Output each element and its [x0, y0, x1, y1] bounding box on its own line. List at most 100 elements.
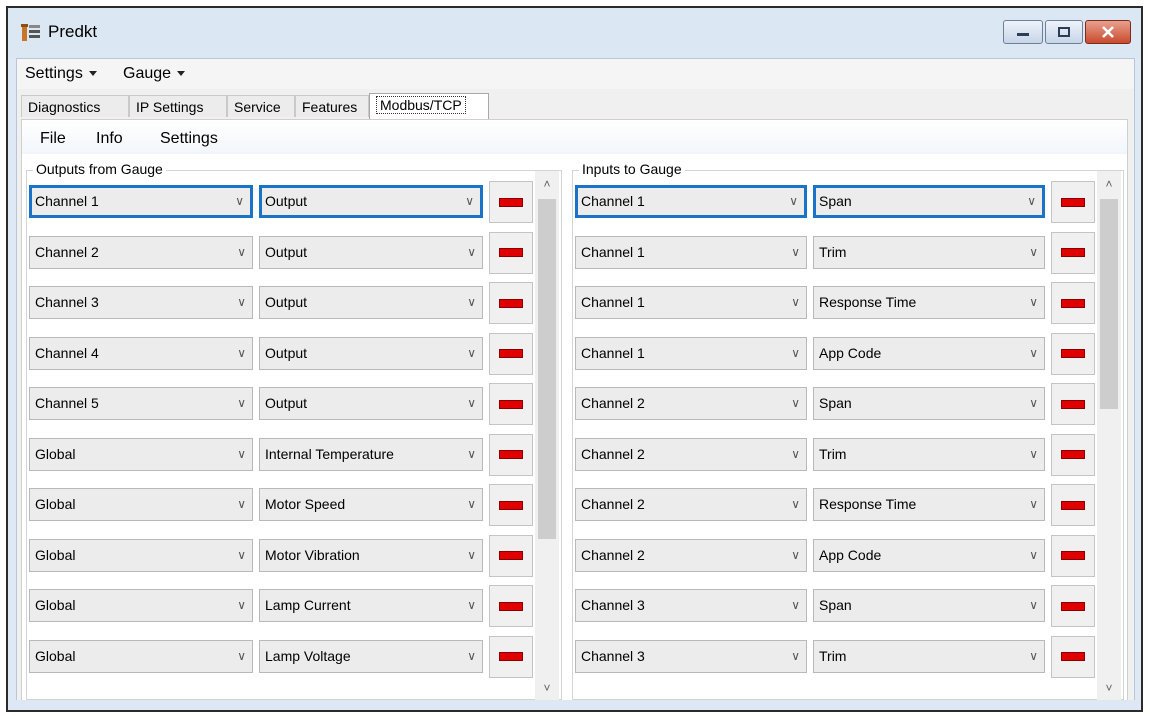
chevron-down-icon[interactable]: ∨	[1029, 388, 1038, 419]
chevron-down-icon[interactable]: ∨	[1029, 590, 1038, 621]
menu-info[interactable]: Info	[96, 130, 123, 148]
scrollbar-thumb[interactable]	[1100, 199, 1118, 409]
scroll-down-icon[interactable]: ˅	[535, 677, 559, 699]
chevron-down-icon[interactable]: ∨	[467, 338, 476, 369]
register-select[interactable]: Output ∨	[259, 235, 483, 269]
channel-select[interactable]: Channel 3 ∨	[575, 589, 807, 622]
remove-row-button[interactable]	[1051, 181, 1095, 223]
channel-select[interactable]: Channel 3 ∨	[575, 639, 807, 673]
channel-select[interactable]: Channel 2 ∨	[575, 387, 807, 420]
scroll-up-icon[interactable]: ˄	[535, 173, 559, 195]
register-select[interactable]: Lamp Current ∨	[259, 589, 483, 622]
channel-select[interactable]: Channel 4 ∨	[29, 336, 253, 370]
chevron-down-icon[interactable]: ∨	[237, 237, 246, 268]
remove-row-button[interactable]	[1051, 282, 1095, 324]
chevron-down-icon[interactable]: ∨	[791, 287, 800, 318]
remove-row-button[interactable]	[1051, 332, 1095, 375]
channel-select[interactable]: Global ∨	[29, 538, 253, 572]
tab-diagnostics[interactable]: Diagnostics	[21, 95, 129, 117]
outputs-scrollbar[interactable]: ˄ ˅	[535, 171, 559, 701]
remove-row-button[interactable]	[489, 181, 533, 223]
chevron-down-icon[interactable]: ∨	[791, 489, 800, 520]
chevron-down-icon[interactable]: ∨	[467, 439, 476, 470]
inputs-scrollbar[interactable]: ˄ ˅	[1097, 171, 1121, 701]
remove-row-button[interactable]	[1051, 383, 1095, 425]
register-select[interactable]: Motor Speed ∨	[259, 488, 483, 521]
chevron-down-icon[interactable]: ∨	[467, 540, 476, 571]
scrollbar-thumb[interactable]	[538, 199, 556, 539]
remove-row-button[interactable]	[489, 635, 533, 678]
chevron-down-icon[interactable]: ∨	[467, 287, 476, 318]
remove-row-button[interactable]	[1051, 484, 1095, 526]
remove-row-button[interactable]	[489, 282, 533, 324]
restore-button[interactable]	[1045, 20, 1083, 44]
remove-row-button[interactable]	[489, 585, 533, 627]
channel-select[interactable]: Global ∨	[29, 639, 253, 673]
chevron-down-icon[interactable]: ∨	[235, 188, 244, 215]
scroll-up-icon[interactable]: ˄	[1097, 173, 1121, 195]
chevron-down-icon[interactable]: ∨	[237, 540, 246, 571]
tab-modbus-tcp[interactable]: Modbus/TCP	[369, 93, 489, 119]
close-button[interactable]	[1085, 20, 1131, 44]
remove-row-button[interactable]	[489, 484, 533, 526]
remove-row-button[interactable]	[489, 231, 533, 274]
register-select[interactable]: Response Time ∨	[813, 286, 1045, 319]
register-select[interactable]: Span ∨	[813, 387, 1045, 420]
remove-row-button[interactable]	[1051, 433, 1095, 476]
chevron-down-icon[interactable]: ∨	[1029, 287, 1038, 318]
register-select[interactable]: Response Time ∨	[813, 488, 1045, 521]
channel-select[interactable]: Channel 2 ∨	[575, 538, 807, 572]
chevron-down-icon[interactable]: ∨	[1029, 489, 1038, 520]
channel-select[interactable]: Global ∨	[29, 437, 253, 471]
register-select[interactable]: Lamp Voltage ∨	[259, 639, 483, 673]
channel-select[interactable]: Global ∨	[29, 488, 253, 521]
chevron-down-icon[interactable]: ∨	[237, 489, 246, 520]
chevron-down-icon[interactable]: ∨	[1029, 641, 1038, 672]
register-select[interactable]: Motor Vibration ∨	[259, 538, 483, 572]
chevron-down-icon[interactable]: ∨	[237, 388, 246, 419]
channel-select[interactable]: Channel 2 ∨	[575, 437, 807, 471]
tab-features[interactable]: Features	[295, 95, 369, 117]
register-select[interactable]: Internal Temperature ∨	[259, 437, 483, 471]
register-select[interactable]: Trim ∨	[813, 639, 1045, 673]
channel-select[interactable]: Channel 5 ∨	[29, 387, 253, 420]
register-select[interactable]: Trim ∨	[813, 437, 1045, 471]
channel-select[interactable]: Channel 1 ∨	[575, 185, 807, 218]
remove-row-button[interactable]	[489, 433, 533, 476]
tab-service[interactable]: Service	[227, 95, 295, 117]
menu-settings[interactable]: Settings	[25, 65, 97, 83]
chevron-down-icon[interactable]: ∨	[791, 641, 800, 672]
chevron-down-icon[interactable]: ∨	[467, 590, 476, 621]
register-select[interactable]: Output ∨	[259, 286, 483, 319]
channel-select[interactable]: Channel 1 ∨	[29, 185, 253, 218]
chevron-down-icon[interactable]: ∨	[467, 641, 476, 672]
register-select[interactable]: Output ∨	[259, 387, 483, 420]
chevron-down-icon[interactable]: ∨	[237, 641, 246, 672]
chevron-down-icon[interactable]: ∨	[791, 338, 800, 369]
scroll-down-icon[interactable]: ˅	[1097, 677, 1121, 699]
register-select[interactable]: Span ∨	[813, 185, 1045, 218]
remove-row-button[interactable]	[1051, 231, 1095, 274]
channel-select[interactable]: Global ∨	[29, 589, 253, 622]
chevron-down-icon[interactable]: ∨	[467, 489, 476, 520]
register-select[interactable]: App Code ∨	[813, 538, 1045, 572]
chevron-down-icon[interactable]: ∨	[237, 287, 246, 318]
chevron-down-icon[interactable]: ∨	[465, 188, 474, 215]
chevron-down-icon[interactable]: ∨	[791, 237, 800, 268]
register-select[interactable]: Output ∨	[259, 336, 483, 370]
chevron-down-icon[interactable]: ∨	[791, 388, 800, 419]
chevron-down-icon[interactable]: ∨	[791, 590, 800, 621]
chevron-down-icon[interactable]: ∨	[237, 590, 246, 621]
register-select[interactable]: Output ∨	[259, 185, 483, 218]
chevron-down-icon[interactable]: ∨	[789, 188, 798, 215]
remove-row-button[interactable]	[1051, 534, 1095, 577]
channel-select[interactable]: Channel 2 ∨	[575, 488, 807, 521]
channel-select[interactable]: Channel 1 ∨	[575, 286, 807, 319]
register-select[interactable]: Trim ∨	[813, 235, 1045, 269]
register-select[interactable]: Span ∨	[813, 589, 1045, 622]
chevron-down-icon[interactable]: ∨	[1029, 237, 1038, 268]
menu-modbus-settings[interactable]: Settings	[160, 130, 218, 148]
menu-file[interactable]: File	[40, 130, 66, 148]
chevron-down-icon[interactable]: ∨	[1029, 338, 1038, 369]
chevron-down-icon[interactable]: ∨	[467, 388, 476, 419]
